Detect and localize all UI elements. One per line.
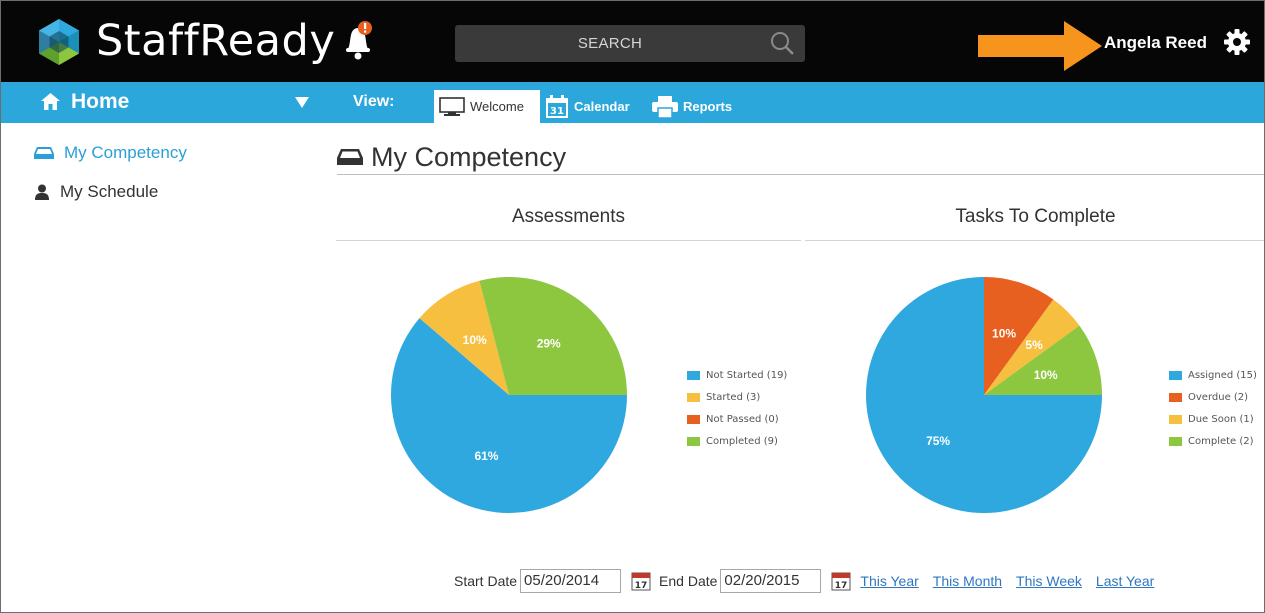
settings-gear-icon[interactable]: [1223, 28, 1251, 56]
title-divider: [337, 174, 1264, 175]
assessments-title: Assessments: [512, 206, 625, 227]
search-box[interactable]: SEARCH: [455, 25, 805, 62]
legend-label: Not Passed (0): [706, 414, 779, 425]
date-filter-bar: Start Date 05/20/2014 17 End Date 02/20/…: [454, 569, 1154, 593]
printer-icon: [652, 95, 678, 118]
pie-data-label: 5%: [1025, 338, 1043, 352]
page-title: My Competency: [337, 140, 566, 174]
pie-data-label: 10%: [463, 333, 487, 347]
legend-label: Due Soon (1): [1188, 414, 1254, 425]
app-window: StaffReady SEARCH Angela Reed Home View:…: [0, 0, 1265, 613]
end-date-calendar-icon[interactable]: 17: [831, 571, 851, 591]
legend-label: Complete (2): [1188, 436, 1254, 447]
end-date-label: End Date: [659, 573, 718, 589]
tasks-title: Tasks To Complete: [955, 206, 1116, 227]
sidebar-item-my-competency[interactable]: My Competency: [34, 143, 187, 163]
calendar-icon: 31: [546, 94, 568, 118]
assessments-pie-chart[interactable]: 61% 10% 29%: [390, 276, 628, 514]
tasks-pie-chart[interactable]: 75% 10% 5% 10%: [865, 276, 1103, 514]
legend-item[interactable]: Not Started (19): [687, 368, 787, 383]
tab-reports[interactable]: Reports: [652, 90, 752, 123]
legend-label: Assigned (15): [1188, 370, 1257, 381]
pie-data-label: 10%: [992, 326, 1016, 340]
svg-text:31: 31: [550, 106, 564, 117]
calendar-day-text: 17: [635, 581, 648, 591]
tab-calendar[interactable]: 31 Calendar: [545, 90, 645, 123]
legend-swatch: [1169, 371, 1182, 380]
tab-calendar-label: Calendar: [574, 98, 630, 114]
inbox-tray-icon: [34, 147, 54, 159]
monitor-icon: [439, 96, 465, 116]
tab-reports-label: Reports: [683, 98, 733, 114]
home-menu[interactable]: Home: [71, 89, 129, 115]
notification-bell-icon[interactable]: [340, 19, 376, 61]
home-icon[interactable]: [41, 93, 60, 110]
legend-swatch: [1169, 393, 1182, 402]
chevron-down-icon[interactable]: [295, 97, 309, 108]
legend-item[interactable]: Overdue (2): [1169, 390, 1257, 405]
legend-swatch: [687, 371, 700, 380]
legend-item[interactable]: Assigned (15): [1169, 368, 1257, 383]
pie-data-label: 61%: [474, 449, 498, 463]
end-date-input[interactable]: 02/20/2015: [720, 569, 822, 593]
user-icon: [35, 184, 49, 200]
search-input[interactable]: SEARCH: [455, 25, 765, 62]
nav-bar: Home View: Welcome 31 Calendar Reports: [1, 82, 1264, 123]
last-year-link[interactable]: Last Year: [1096, 573, 1154, 589]
legend-label: Started (3): [706, 392, 761, 403]
calendar-day-text: 17: [835, 581, 848, 591]
assessments-legend: Not Started (19) Started (3) Not Passed (0…: [687, 368, 787, 456]
staffready-logo-icon[interactable]: [34, 17, 84, 67]
sidebar-item-label: My Competency: [64, 143, 187, 162]
tab-welcome[interactable]: Welcome: [434, 90, 540, 123]
search-icon[interactable]: [769, 30, 795, 56]
legend-item[interactable]: Complete (2): [1169, 434, 1257, 449]
assessments-divider: [336, 240, 801, 241]
legend-item[interactable]: Due Soon (1): [1169, 412, 1257, 427]
inbox-tray-icon: [337, 149, 363, 165]
tasks-legend: Assigned (15) Overdue (2) Due Soon (1) Comp…: [1169, 368, 1257, 456]
legend-swatch: [687, 415, 700, 424]
orange-arrow-callout: [978, 21, 1102, 71]
legend-item[interactable]: Not Passed (0): [687, 412, 787, 427]
legend-swatch: [687, 393, 700, 402]
legend-label: Completed (9): [706, 436, 778, 447]
pie-data-label: 29%: [537, 337, 561, 351]
sidebar-item-my-schedule[interactable]: My Schedule: [34, 182, 158, 202]
brand-name: StaffReady: [96, 16, 336, 66]
tasks-divider: [805, 240, 1264, 241]
this-year-link[interactable]: This Year: [860, 573, 918, 589]
start-date-calendar-icon[interactable]: 17: [631, 571, 651, 591]
this-week-link[interactable]: This Week: [1016, 573, 1082, 589]
pie-data-label: 75%: [926, 434, 950, 448]
legend-swatch: [1169, 437, 1182, 446]
legend-swatch: [687, 437, 700, 446]
legend-item[interactable]: Started (3): [687, 390, 787, 405]
legend-label: Not Started (19): [706, 370, 788, 381]
sidebar-item-label: My Schedule: [60, 182, 159, 201]
start-date-label: Start Date: [454, 573, 518, 589]
this-month-link[interactable]: This Month: [933, 573, 1002, 589]
tab-welcome-label: Welcome: [470, 98, 524, 114]
user-name[interactable]: Angela Reed: [1104, 31, 1207, 55]
legend-swatch: [1169, 415, 1182, 424]
start-date-input[interactable]: 05/20/2014: [520, 569, 622, 593]
legend-label: Overdue (2): [1188, 392, 1249, 403]
pie-data-label: 10%: [1034, 368, 1058, 382]
top-header: StaffReady SEARCH Angela Reed: [1, 1, 1264, 82]
view-label: View:: [353, 93, 395, 110]
page-title-text: My Competency: [371, 142, 567, 172]
legend-item[interactable]: Completed (9): [687, 434, 787, 449]
